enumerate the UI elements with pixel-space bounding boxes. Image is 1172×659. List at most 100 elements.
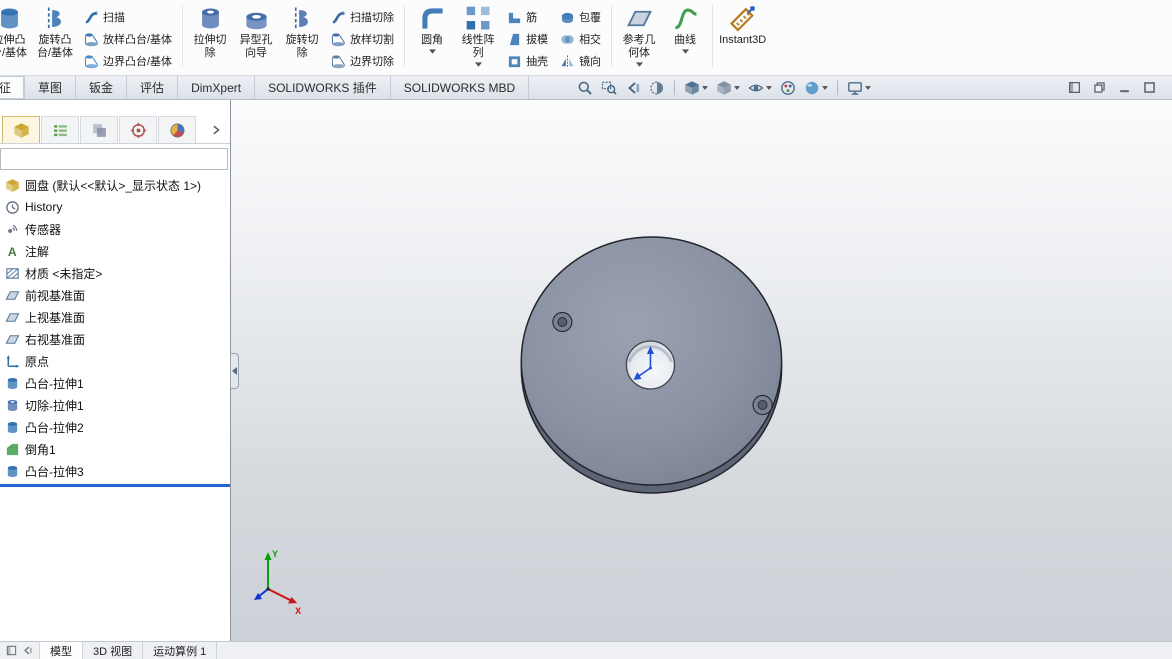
panel-tab-propertymanager[interactable] bbox=[41, 116, 79, 143]
panel-tab-featuremanager[interactable] bbox=[2, 116, 40, 143]
3d-model-view[interactable]: Y X bbox=[231, 100, 1172, 641]
tree-item-origin[interactable]: 原点 bbox=[0, 350, 230, 372]
rib-button[interactable]: 筋 bbox=[503, 6, 552, 28]
configurationmanager-icon bbox=[91, 122, 108, 139]
lofted-cut-button[interactable]: 放样切割 bbox=[327, 28, 398, 50]
triad-x-label: X bbox=[295, 606, 301, 616]
revolved-cut-icon bbox=[289, 5, 316, 32]
chevron-down-icon bbox=[702, 86, 708, 90]
tree-item-chamfer1[interactable]: 倒角1 bbox=[0, 438, 230, 460]
tab-model[interactable]: 模型 bbox=[40, 642, 83, 659]
hole-wizard-icon bbox=[243, 5, 270, 32]
tab-motion-study-1[interactable]: 运动算例 1 bbox=[143, 642, 218, 659]
tree-item-annotations[interactable]: 注解 bbox=[0, 240, 230, 262]
tree-root-part[interactable]: 圆盘 (默认<<默认>_显示状态 1>) bbox=[0, 174, 230, 196]
wrap-label: 包覆 bbox=[579, 12, 602, 24]
maximize-window-button[interactable] bbox=[1143, 81, 1156, 94]
display-style-button[interactable] bbox=[712, 78, 744, 98]
hole-wizard-button[interactable]: 异型孔向导 bbox=[233, 3, 279, 60]
maximize-window-icon bbox=[1143, 81, 1156, 94]
boundary-boss-button[interactable]: 边界凸台/基体 bbox=[80, 50, 176, 72]
tab-sheet-metal[interactable]: 钣金 bbox=[76, 76, 128, 99]
swept-cut-button[interactable]: 扫描切除 bbox=[327, 6, 398, 28]
tree-item-boss-extrude3[interactable]: 凸台-拉伸3 bbox=[0, 460, 230, 482]
wrap-button[interactable]: 包覆 bbox=[556, 6, 605, 28]
zoom-area-button[interactable] bbox=[597, 78, 621, 98]
edit-appearance-button[interactable] bbox=[776, 78, 800, 98]
edit-appearance-icon bbox=[780, 80, 796, 96]
boundary-cut-button[interactable]: 边界切除 bbox=[327, 50, 398, 72]
tab-features[interactable]: 特征 bbox=[0, 76, 26, 99]
mounting-hole-right-bore[interactable] bbox=[757, 400, 768, 410]
tree-item-sensors[interactable]: 传感器 bbox=[0, 218, 230, 240]
disc-part[interactable] bbox=[520, 236, 783, 494]
section-view-button[interactable] bbox=[645, 78, 669, 98]
display-style-icon bbox=[716, 80, 732, 96]
tree-item-boss-extrude2[interactable]: 凸台-拉伸2 bbox=[0, 416, 230, 438]
reference-geometry-button[interactable]: 参考几何体 bbox=[616, 3, 662, 67]
fillet-button[interactable]: 圆角 bbox=[409, 3, 455, 54]
featuremanager-filter[interactable] bbox=[0, 148, 228, 170]
tab-sketch[interactable]: 草图 bbox=[25, 76, 77, 99]
previous-view-button[interactable] bbox=[621, 78, 645, 98]
zoom-fit-button[interactable] bbox=[573, 78, 597, 98]
rollback-bar[interactable] bbox=[0, 484, 230, 487]
graphics-area[interactable]: Y X bbox=[231, 100, 1172, 641]
panel-tab-dimxpertmanager[interactable] bbox=[119, 116, 157, 143]
pane-menu-button[interactable] bbox=[6, 645, 17, 656]
chamfer-icon bbox=[5, 442, 20, 457]
revolved-boss-base-button[interactable]: 旋转凸台/基体 bbox=[32, 3, 78, 60]
tree-item-history[interactable]: History bbox=[0, 196, 230, 218]
hide-show-items-button[interactable] bbox=[744, 78, 776, 98]
mounting-hole-left-bore[interactable] bbox=[557, 317, 568, 327]
tab-solidworks-add-ins[interactable]: SOLIDWORKS 插件 bbox=[255, 76, 391, 99]
tree-item-cut-extrude1[interactable]: 切除-拉伸1 bbox=[0, 394, 230, 416]
panel-tab-configurationmanager[interactable] bbox=[80, 116, 118, 143]
tab-solidworks-mbd[interactable]: SOLIDWORKS MBD bbox=[391, 76, 530, 99]
chevron-down-icon bbox=[636, 62, 643, 67]
extruded-cut-button[interactable]: 拉伸切除 bbox=[187, 3, 233, 60]
apply-scene-button[interactable] bbox=[800, 78, 832, 98]
mirror-label: 镜向 bbox=[579, 56, 602, 68]
linear-pattern-button[interactable]: 线性阵列 bbox=[455, 3, 501, 67]
tab-solidworks-mbd-label: SOLIDWORKS MBD bbox=[403, 80, 516, 95]
view-settings-button[interactable] bbox=[843, 78, 875, 98]
panel-flyout-button[interactable] bbox=[204, 122, 228, 138]
sensors-icon bbox=[5, 222, 20, 237]
instant3d-button[interactable]: Instant3D bbox=[717, 3, 768, 47]
boundary-boss-label: 边界凸台/基体 bbox=[103, 56, 173, 68]
curves-button[interactable]: 曲线 bbox=[662, 3, 708, 54]
extruded-boss-base-button[interactable]: 拉伸凸台/基体 bbox=[0, 3, 32, 60]
extruded-boss-icon bbox=[0, 5, 23, 32]
float-window-button[interactable] bbox=[1068, 81, 1081, 94]
tab-3d-views[interactable]: 3D 视图 bbox=[83, 642, 144, 659]
panel-splitter-handle[interactable] bbox=[230, 352, 239, 389]
view-orientation-button[interactable] bbox=[680, 78, 712, 98]
swept-boss-button[interactable]: 扫描 bbox=[80, 6, 176, 28]
draft-button[interactable]: 拔模 bbox=[503, 28, 552, 50]
tab-scroll-button[interactable] bbox=[22, 645, 33, 656]
minimize-window-button[interactable] bbox=[1118, 81, 1131, 94]
zoom-fit-icon bbox=[577, 80, 593, 96]
tree-item-annotations-label: 注解 bbox=[25, 244, 50, 259]
tree-item-front-plane[interactable]: 前视基准面 bbox=[0, 284, 230, 306]
panel-tab-displaymanager[interactable] bbox=[158, 116, 196, 143]
chevron-right-icon bbox=[210, 124, 222, 136]
triad-y-label: Y bbox=[272, 549, 278, 559]
tab-evaluate[interactable]: 评估 bbox=[127, 76, 179, 99]
tree-item-material[interactable]: 材质 <未指定> bbox=[0, 262, 230, 284]
intersect-button[interactable]: 相交 bbox=[556, 28, 605, 50]
lofted-boss-button[interactable]: 放样凸台/基体 bbox=[80, 28, 176, 50]
tree-item-boss-extrude1[interactable]: 凸台-拉伸1 bbox=[0, 372, 230, 394]
restore-window-button[interactable] bbox=[1093, 81, 1106, 94]
tab-dimxpert[interactable]: DimXpert bbox=[178, 76, 256, 99]
shell-icon bbox=[507, 54, 522, 69]
tree-item-top-plane[interactable]: 上视基准面 bbox=[0, 306, 230, 328]
shell-button[interactable]: 抽壳 bbox=[503, 50, 552, 72]
mirror-button[interactable]: 镜向 bbox=[556, 50, 605, 72]
tree-item-history-label: History bbox=[25, 200, 63, 214]
revolved-cut-button[interactable]: 旋转切除 bbox=[279, 3, 325, 60]
tree-item-right-plane[interactable]: 右视基准面 bbox=[0, 328, 230, 350]
hide-show-items-icon bbox=[748, 80, 764, 96]
window-controls bbox=[1068, 76, 1172, 99]
